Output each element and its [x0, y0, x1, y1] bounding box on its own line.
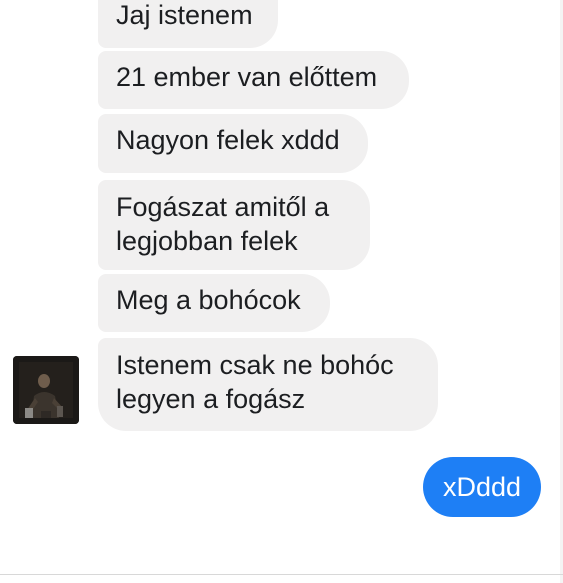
outgoing-message: xDddd [423, 457, 541, 517]
incoming-message: Fogászat amitől a legjobban felek [98, 180, 370, 270]
incoming-message: Istenem csak ne bohóc legyen a fogász [98, 338, 438, 431]
chat-thread: Jaj istenem 21 ember van előttem Nagyon … [0, 0, 563, 583]
sender-avatar[interactable] [13, 356, 79, 424]
incoming-message: Meg a bohócok [98, 274, 330, 332]
user-avatar-icon [13, 356, 79, 424]
incoming-message: Nagyon felek xddd [98, 114, 368, 173]
incoming-message: 21 ember van előttem [98, 51, 409, 109]
incoming-message: Jaj istenem [98, 0, 278, 48]
divider [0, 574, 563, 575]
